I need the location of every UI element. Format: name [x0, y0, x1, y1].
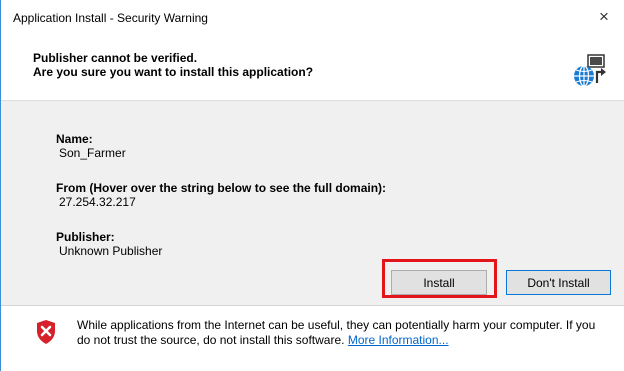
- close-icon: ×: [599, 7, 609, 26]
- warning-message: While applications from the Internet can…: [77, 318, 596, 347]
- details-panel: Name: Son_Farmer From (Hover over the st…: [1, 101, 624, 305]
- install-button[interactable]: Install: [391, 270, 487, 295]
- warning-header: Publisher cannot be verified. Are you su…: [1, 34, 624, 101]
- close-button[interactable]: ×: [584, 0, 624, 34]
- name-value: Son_Farmer: [59, 146, 126, 160]
- publisher-label: Publisher:: [56, 230, 115, 244]
- more-information-link[interactable]: More Information...: [348, 333, 449, 347]
- header-line-2: Are you sure you want to install this ap…: [33, 65, 314, 79]
- from-label: From (Hover over the string below to see…: [56, 181, 387, 195]
- dont-install-button[interactable]: Don't Install: [506, 270, 611, 295]
- from-value[interactable]: 27.254.32.217: [59, 195, 136, 209]
- warning-footer: While applications from the Internet can…: [1, 306, 624, 371]
- header-line-1: Publisher cannot be verified.: [33, 51, 198, 65]
- globe-install-icon: [574, 54, 606, 87]
- name-label: Name:: [56, 132, 93, 146]
- publisher-value: Unknown Publisher: [59, 244, 163, 258]
- window-title: Application Install - Security Warning: [13, 11, 208, 25]
- shield-x-icon: [37, 320, 55, 344]
- security-warning-text: While applications from the Internet can…: [77, 318, 607, 348]
- security-warning-dialog: Application Install - Security Warning ×…: [0, 0, 624, 371]
- title-bar: Application Install - Security Warning ×: [1, 0, 624, 34]
